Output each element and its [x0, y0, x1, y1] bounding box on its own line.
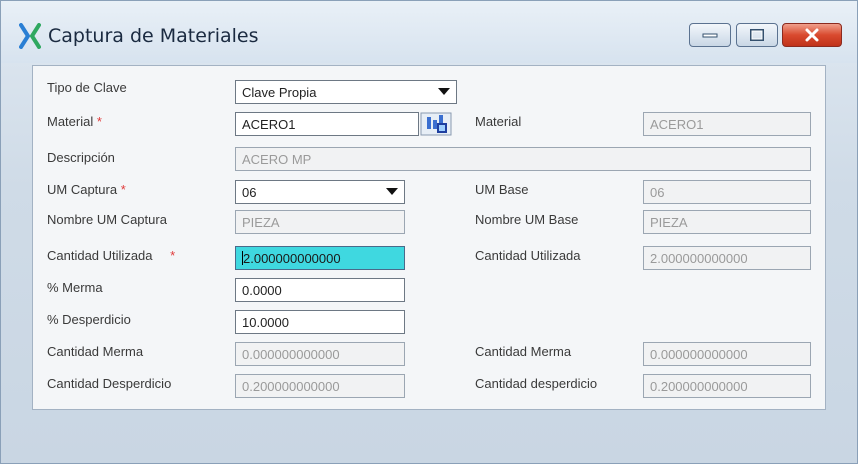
cantidad-merma-field: 0.000000000000 [235, 342, 405, 366]
cantidad-utilizada-value: 2.000000000000 [243, 251, 341, 266]
cantidad-desperdicio-field: 0.200000000000 [235, 374, 405, 398]
maximize-icon [750, 29, 764, 41]
window-title: Captura de Materiales [48, 25, 259, 47]
material-label: Material * [47, 114, 102, 129]
lookup-icon[interactable] [419, 111, 453, 137]
nombre-um-base-label: Nombre UM Base [475, 212, 579, 227]
material-right-field: ACERO1 [643, 112, 811, 136]
um-captura-select[interactable]: 06 [235, 180, 405, 204]
close-button[interactable] [782, 23, 842, 47]
cantidad-utilizada-right-label: Cantidad Utilizada [475, 248, 581, 263]
descripcion-label: Descripción [47, 150, 115, 165]
form-panel: Tipo de Clave Clave Propia Material * AC… [32, 65, 826, 410]
chevron-down-icon [386, 188, 398, 195]
um-base-field: 06 [643, 180, 811, 204]
required-asterisk: * [170, 248, 176, 263]
chevron-down-icon [438, 88, 450, 95]
cantidad-utilizada-label-text: Cantidad Utilizada [47, 248, 153, 263]
cantidad-desperdicio-right-field: 0.200000000000 [643, 374, 811, 398]
materials-capture-window: Captura de Materiales Tipo de Clave Clav… [0, 0, 858, 464]
desperdicio-input[interactable]: 10.0000 [235, 310, 405, 334]
material-label-text: Material [47, 114, 94, 129]
merma-label: % Merma [47, 280, 103, 295]
cantidad-merma-right-field: 0.000000000000 [643, 342, 811, 366]
cantidad-desperdicio-right-label: Cantidad desperdicio [475, 376, 598, 391]
minimize-button[interactable] [689, 23, 731, 47]
um-captura-value: 06 [242, 185, 257, 200]
um-captura-label: UM Captura * [47, 182, 126, 197]
maximize-button[interactable] [736, 23, 778, 47]
nombre-um-captura-field: PIEZA [235, 210, 405, 234]
cantidad-utilizada-input[interactable]: 2.000000000000 [235, 246, 405, 270]
nombre-um-captura-label: Nombre UM Captura [47, 212, 167, 227]
tipo-clave-label: Tipo de Clave [47, 80, 127, 95]
cantidad-merma-right-label: Cantidad Merma [475, 344, 572, 359]
app-logo-icon [19, 23, 41, 49]
material-right-label: Material [475, 114, 522, 129]
desperdicio-label: % Desperdicio [47, 312, 131, 327]
nombre-um-base-field: PIEZA [643, 210, 811, 234]
required-asterisk: * [96, 114, 102, 129]
tipo-clave-value: Clave Propia [242, 85, 317, 100]
um-captura-label-text: UM Captura [47, 182, 118, 197]
descripcion-field: ACERO MP [235, 147, 811, 171]
tipo-clave-select[interactable]: Clave Propia [235, 80, 457, 104]
cantidad-merma-label: Cantidad Merma [47, 344, 144, 359]
close-icon [805, 28, 819, 42]
cantidad-desperdicio-label: Cantidad Desperdicio [47, 376, 172, 391]
merma-input[interactable]: 0.0000 [235, 278, 405, 302]
title-bar[interactable]: Captura de Materiales [1, 1, 857, 63]
minimize-icon [702, 33, 718, 38]
required-asterisk: * [120, 182, 126, 197]
material-input[interactable]: ACERO1 [235, 112, 419, 136]
cantidad-utilizada-right-field: 2.000000000000 [643, 246, 811, 270]
cantidad-utilizada-label: Cantidad Utilizada * [47, 248, 175, 263]
um-base-label: UM Base [475, 182, 529, 197]
